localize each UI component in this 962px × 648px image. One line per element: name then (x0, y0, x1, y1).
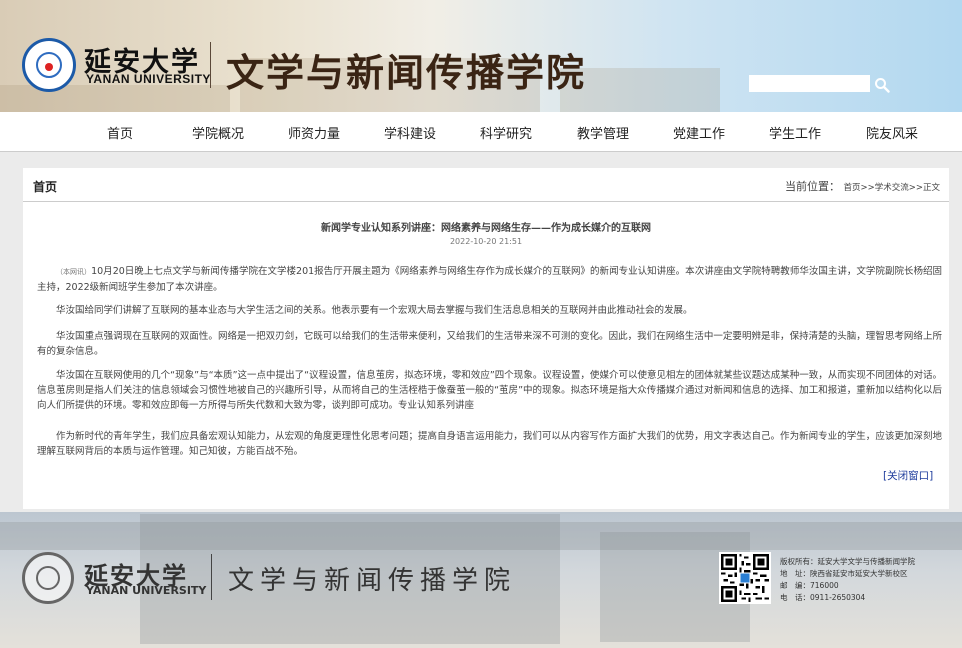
logo-divider (210, 42, 211, 88)
search-icon[interactable] (874, 77, 890, 93)
nav-item-party[interactable]: 党建工作 (673, 123, 725, 142)
location-path: 当前位置： 首页>>学术交流>>正文 (785, 178, 940, 194)
nav-item-teaching[interactable]: 教学管理 (577, 123, 629, 142)
breadcrumb-current: 正文 (923, 183, 941, 193)
nav-item-disciplines[interactable]: 学科建设 (384, 123, 436, 142)
breadcrumb-link-home[interactable]: 首页 (844, 183, 861, 193)
footer-college-name: 文学与新闻传播学院 (228, 566, 517, 596)
nav-item-faculty[interactable]: 师资力量 (288, 123, 340, 142)
location-label: 当前位置： (785, 180, 840, 193)
article-paragraph: 作为新时代的青年学生，我们应具备宏观认知能力，从宏观的角度更理性化思考问题；提高… (37, 431, 942, 457)
article-paragraph: 华汝国在互联网使用的几个“现象”与“本质”这一点中提出了“议程设置，信息茧房，拟… (37, 370, 942, 411)
paragraph-text: 10月20日晚上七点文学与新闻传播学院在文学楼201报告厅开展主题为《网络素养与… (37, 266, 943, 293)
university-seal-icon[interactable] (22, 38, 76, 92)
footer-postcode: 邮 编：716000 (780, 581, 839, 590)
nav-item-home[interactable]: 首页 (107, 123, 133, 142)
footer-contact-info: 版权所有：延安大学文学与传播新闻学院 地 址：陕西省延安市延安大学新校区 邮 编… (780, 556, 915, 604)
footer-address: 地 址：陕西省延安市延安大学新校区 (780, 569, 908, 578)
article-title: 新闻学专业认知系列讲座：网络素养与网络生存——作为成长媒介的互联网 (321, 223, 651, 234)
nav-item-research[interactable]: 科学研究 (480, 123, 532, 142)
site-footer: 延安大学 YANAN UNIVERSITY 文学与新闻传播学院 版权所有：延安大… (0, 512, 962, 648)
nav-item-students[interactable]: 学生工作 (769, 123, 821, 142)
breadcrumb-separator: >> (860, 183, 875, 193)
footer-divider (211, 554, 212, 600)
article-date: 2022-10-20 21:51 (449, 237, 523, 246)
article-paragraph: 华汝国重点强调现在互联网的双面性。网络是一把双刃剑，它既可以给我们的生活带来便利… (37, 331, 942, 357)
nav-item-about[interactable]: 学院概况 (192, 123, 244, 142)
source-tag: （本网讯） (56, 268, 92, 276)
article-paragraph: （本网讯）10月20日晚上七点文学与新闻传播学院在文学楼201报告厅开展主题为《… (37, 264, 942, 295)
footer-copyright: 版权所有：延安大学文学与传播新闻学院 (780, 557, 915, 566)
article-paragraph: 华汝国给同学们讲解了互联网的基本业态与大学生活之间的关系。他表示要有一个宏观大局… (56, 305, 693, 316)
college-title: 文学与新闻传播学院 (226, 50, 587, 95)
qr-code-icon (719, 552, 771, 604)
university-logo-english: YANAN UNIVERSITY (86, 72, 211, 86)
nav-item-alumni[interactable]: 院友风采 (866, 123, 918, 142)
footer-seal-icon (22, 552, 74, 604)
footer-phone: 电 话：0911-2650304 (780, 593, 866, 602)
breadcrumb-link-academic[interactable]: 学术交流 (875, 183, 909, 193)
header-building-backdrop (0, 85, 230, 112)
breadcrumb-separator: >> (908, 183, 924, 193)
search-input[interactable] (749, 75, 870, 92)
site-header: 延安大学 YANAN UNIVERSITY 文学与新闻传播学院 (0, 0, 962, 112)
close-window-link[interactable]: [关闭窗口] (883, 468, 933, 483)
breadcrumb: 首页 当前位置： 首页>>学术交流>>正文 (23, 168, 949, 202)
article-panel: 首页 当前位置： 首页>>学术交流>>正文 新闻学专业认知系列讲座：网络素养与网… (23, 168, 949, 509)
main-nav: 首页 学院概况 师资力量 学科建设 科学研究 教学管理 党建工作 学生工作 院友… (0, 112, 962, 152)
section-title: 首页 (33, 180, 58, 194)
footer-logo-english: YANAN UNIVERSITY (86, 584, 207, 597)
